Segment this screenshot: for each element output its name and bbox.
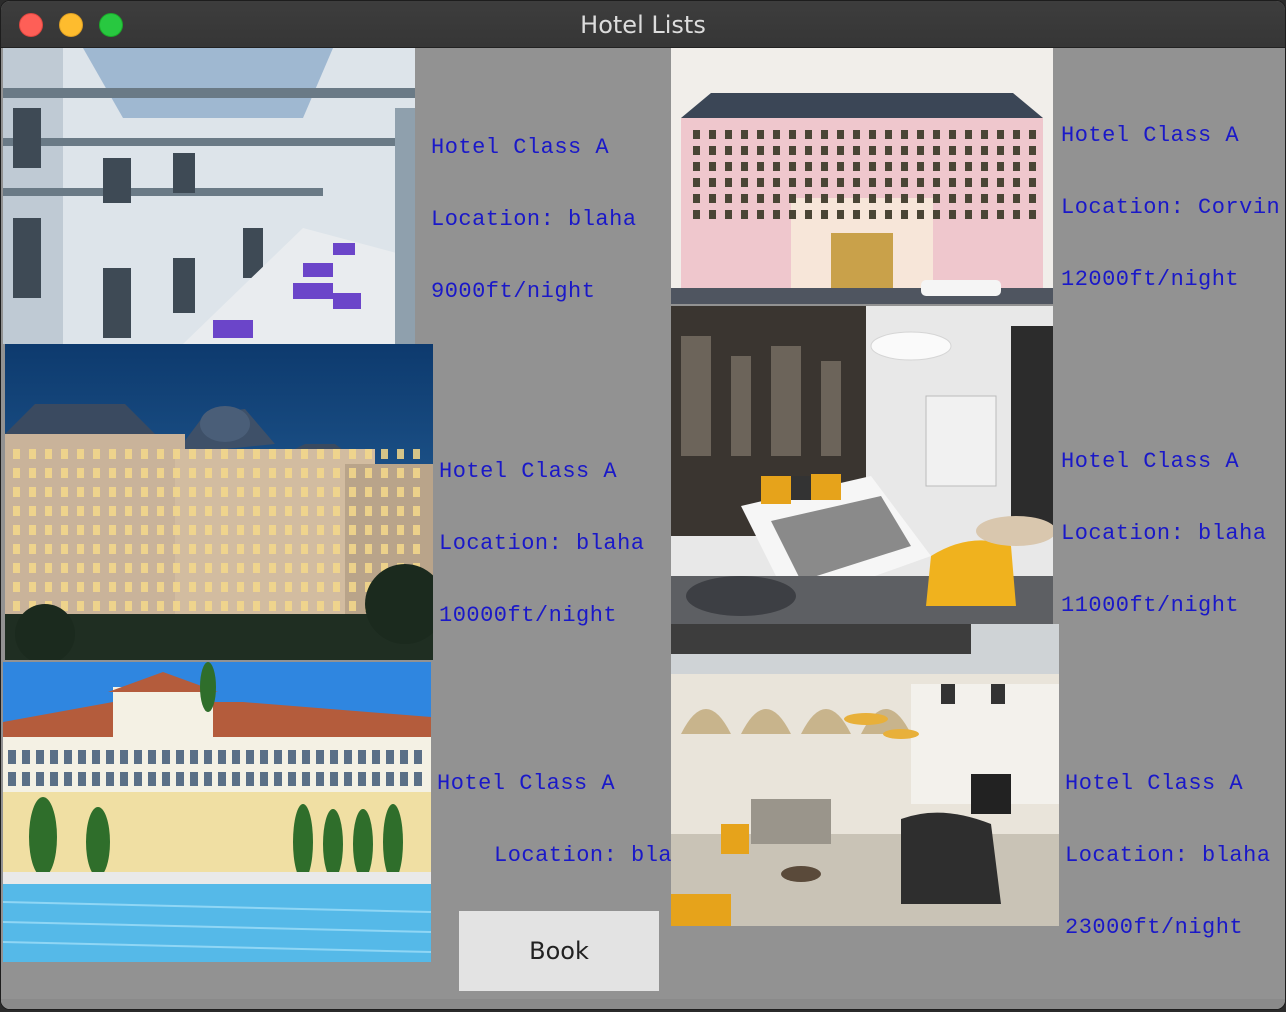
hotel-info-4: Hotel Class A Location: blaha 11000ft/ni… [1061,402,1267,666]
hotel-photo-6 [671,624,1059,926]
hotel-photo-4 [671,306,1053,624]
hotel-location: Location: blaha [439,531,645,556]
hotel-class: Hotel Class A [431,135,610,160]
title-bar: Hotel Lists [1,1,1285,48]
hotel-info-1: Hotel Class A Location: blaha 9000ft/nig… [431,88,637,352]
hotel-class: Hotel Class A [1061,449,1240,474]
hotel-photo-2 [671,48,1053,304]
hotel-price: 10000ft/night [439,603,618,628]
hotel-price: 9000ft/night [431,279,596,304]
hotel-location: Location: blaha [1061,521,1267,546]
hotel-photo-5 [3,662,431,962]
hotel-location: Location: blaha [431,207,637,232]
hotel-location: Location: Corvin [1061,195,1281,220]
hotel-price: 12000ft/night [1061,267,1240,292]
hotel-location: Location: blaha [1065,843,1271,868]
book-button[interactable]: Book [459,911,659,991]
window-bottom-edge [1,999,1285,1009]
hotel-photo-3 [5,344,433,660]
hotel-class: Hotel Class A [439,459,618,484]
hotel-price: 11000ft/night [1061,593,1240,618]
hotel-location: Location: blaha [494,843,700,868]
hotel-price: 23000ft/night [1065,915,1244,940]
hotel-class: Hotel Class A [437,771,616,796]
app-window: Hotel Lists Hotel Class A Location: blah… [0,0,1286,1010]
hotel-class: Hotel Class A [1061,123,1240,148]
hotel-photo-1 [3,48,415,344]
hotel-info-3: Hotel Class A Location: blaha 10000ft/ni… [439,412,645,676]
hotel-class: Hotel Class A [1065,771,1244,796]
hotel-info-6: Hotel Class A Location: blaha 23000ft/ni… [1065,724,1271,988]
hotel-list: Hotel Class A Location: blaha 9000ft/nig… [1,48,1285,1009]
hotel-info-2: Hotel Class A Location: Corvin 12000ft/n… [1061,76,1285,340]
window-title: Hotel Lists [580,11,706,39]
